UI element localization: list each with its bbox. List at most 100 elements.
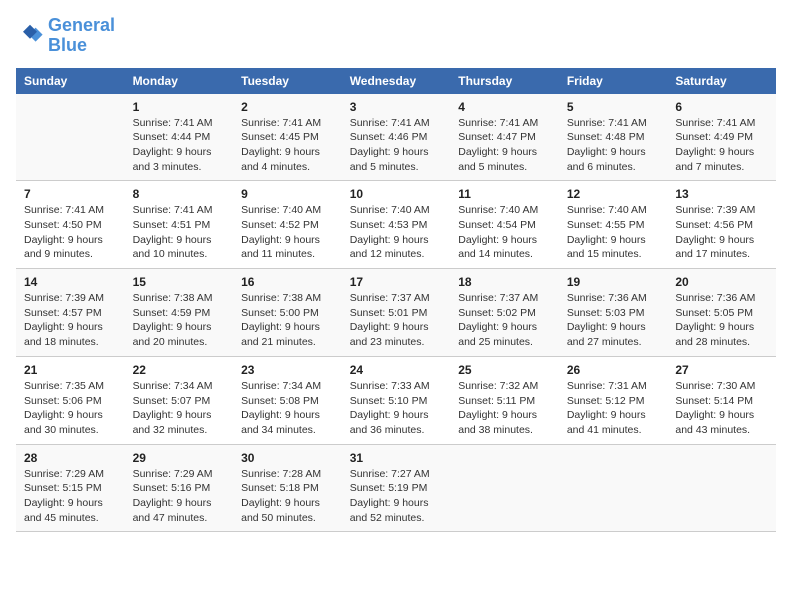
day-number: 14: [24, 275, 117, 289]
calendar-week-5: 28Sunrise: 7:29 AM Sunset: 5:15 PM Dayli…: [16, 444, 776, 532]
day-info: Sunrise: 7:41 AM Sunset: 4:45 PM Dayligh…: [241, 116, 334, 175]
logo-text: General Blue: [48, 16, 115, 56]
day-info: Sunrise: 7:35 AM Sunset: 5:06 PM Dayligh…: [24, 379, 117, 438]
day-number: 4: [458, 100, 551, 114]
day-info: Sunrise: 7:41 AM Sunset: 4:44 PM Dayligh…: [133, 116, 226, 175]
day-info: Sunrise: 7:30 AM Sunset: 5:14 PM Dayligh…: [675, 379, 768, 438]
day-number: 26: [567, 363, 660, 377]
calendar-cell: 20 Sunrise: 7:36 AM Sunset: 5:05 PM Dayli…: [667, 269, 776, 357]
day-number: 1: [133, 100, 226, 114]
logo: General Blue: [16, 16, 115, 56]
day-number: 21: [24, 363, 117, 377]
day-info: Sunrise: 7:40 AM Sunset: 4:55 PM Dayligh…: [567, 203, 660, 262]
day-info: Sunrise: 7:41 AM Sunset: 4:51 PM Dayligh…: [133, 203, 226, 262]
day-number: 23: [241, 363, 334, 377]
day-info: Sunrise: 7:40 AM Sunset: 4:53 PM Dayligh…: [350, 203, 443, 262]
col-header-wednesday: Wednesday: [342, 68, 451, 94]
calendar-cell: 23 Sunrise: 7:34 AM Sunset: 5:08 PM Dayli…: [233, 356, 342, 444]
calendar-cell: 7 Sunrise: 7:41 AM Sunset: 4:50 PM Daylig…: [16, 181, 125, 269]
day-number: 31: [350, 451, 443, 465]
day-number: 10: [350, 187, 443, 201]
calendar-cell: 2 Sunrise: 7:41 AM Sunset: 4:45 PM Daylig…: [233, 94, 342, 181]
day-number: 2: [241, 100, 334, 114]
day-number: 13: [675, 187, 768, 201]
calendar-cell: 6 Sunrise: 7:41 AM Sunset: 4:49 PM Daylig…: [667, 94, 776, 181]
calendar-cell: 28Sunrise: 7:29 AM Sunset: 5:15 PM Dayli…: [16, 444, 125, 532]
column-headers: SundayMondayTuesdayWednesdayThursdayFrid…: [16, 68, 776, 94]
day-info: Sunrise: 7:37 AM Sunset: 5:02 PM Dayligh…: [458, 291, 551, 350]
calendar-cell: 14 Sunrise: 7:39 AM Sunset: 4:57 PM Dayli…: [16, 269, 125, 357]
calendar-cell: 8 Sunrise: 7:41 AM Sunset: 4:51 PM Daylig…: [125, 181, 234, 269]
calendar-cell: 30 Sunrise: 7:28 AM Sunset: 5:18 PM Dayli…: [233, 444, 342, 532]
calendar-cell: 17Sunrise: 7:37 AM Sunset: 5:01 PM Dayli…: [342, 269, 451, 357]
day-info: Sunrise: 7:34 AM Sunset: 5:07 PM Dayligh…: [133, 379, 226, 438]
calendar-cell: 26 Sunrise: 7:31 AM Sunset: 5:12 PM Dayli…: [559, 356, 668, 444]
day-info: Sunrise: 7:31 AM Sunset: 5:12 PM Dayligh…: [567, 379, 660, 438]
day-info: Sunrise: 7:39 AM Sunset: 4:56 PM Dayligh…: [675, 203, 768, 262]
calendar-cell: 13 Sunrise: 7:39 AM Sunset: 4:56 PM Dayli…: [667, 181, 776, 269]
calendar-cell: 10 Sunrise: 7:40 AM Sunset: 4:53 PM Dayli…: [342, 181, 451, 269]
day-info: Sunrise: 7:36 AM Sunset: 5:05 PM Dayligh…: [675, 291, 768, 350]
day-number: 5: [567, 100, 660, 114]
calendar-cell: 3 Sunrise: 7:41 AM Sunset: 4:46 PM Daylig…: [342, 94, 451, 181]
day-info: Sunrise: 7:27 AM Sunset: 5:19 PM Dayligh…: [350, 467, 443, 526]
day-number: 18: [458, 275, 551, 289]
day-info: Sunrise: 7:28 AM Sunset: 5:18 PM Dayligh…: [241, 467, 334, 526]
col-header-saturday: Saturday: [667, 68, 776, 94]
col-header-sunday: Sunday: [16, 68, 125, 94]
calendar-cell: 18 Sunrise: 7:37 AM Sunset: 5:02 PM Dayli…: [450, 269, 559, 357]
day-number: 9: [241, 187, 334, 201]
day-info: Sunrise: 7:41 AM Sunset: 4:47 PM Dayligh…: [458, 116, 551, 175]
calendar-cell: 1 Sunrise: 7:41 AM Sunset: 4:44 PM Daylig…: [125, 94, 234, 181]
calendar-cell: 5 Sunrise: 7:41 AM Sunset: 4:48 PM Daylig…: [559, 94, 668, 181]
calendar-cell: [16, 94, 125, 181]
day-number: 3: [350, 100, 443, 114]
day-info: Sunrise: 7:39 AM Sunset: 4:57 PM Dayligh…: [24, 291, 117, 350]
day-info: Sunrise: 7:41 AM Sunset: 4:46 PM Dayligh…: [350, 116, 443, 175]
day-number: 28: [24, 451, 117, 465]
day-number: 27: [675, 363, 768, 377]
day-number: 22: [133, 363, 226, 377]
calendar-cell: 11 Sunrise: 7:40 AM Sunset: 4:54 PM Dayli…: [450, 181, 559, 269]
day-info: Sunrise: 7:38 AM Sunset: 4:59 PM Dayligh…: [133, 291, 226, 350]
day-number: 7: [24, 187, 117, 201]
col-header-tuesday: Tuesday: [233, 68, 342, 94]
day-number: 6: [675, 100, 768, 114]
calendar-week-2: 7 Sunrise: 7:41 AM Sunset: 4:50 PM Daylig…: [16, 181, 776, 269]
calendar-cell: 22 Sunrise: 7:34 AM Sunset: 5:07 PM Dayli…: [125, 356, 234, 444]
day-info: Sunrise: 7:34 AM Sunset: 5:08 PM Dayligh…: [241, 379, 334, 438]
col-header-monday: Monday: [125, 68, 234, 94]
calendar-cell: 25 Sunrise: 7:32 AM Sunset: 5:11 PM Dayli…: [450, 356, 559, 444]
day-info: Sunrise: 7:29 AM Sunset: 5:16 PM Dayligh…: [133, 467, 226, 526]
day-number: 20: [675, 275, 768, 289]
calendar-week-1: 1 Sunrise: 7:41 AM Sunset: 4:44 PM Daylig…: [16, 94, 776, 181]
calendar-cell: 12 Sunrise: 7:40 AM Sunset: 4:55 PM Dayli…: [559, 181, 668, 269]
day-info: Sunrise: 7:33 AM Sunset: 5:10 PM Dayligh…: [350, 379, 443, 438]
calendar-cell: 31 Sunrise: 7:27 AM Sunset: 5:19 PM Dayli…: [342, 444, 451, 532]
day-number: 29: [133, 451, 226, 465]
calendar-week-3: 14 Sunrise: 7:39 AM Sunset: 4:57 PM Dayli…: [16, 269, 776, 357]
calendar-cell: 4 Sunrise: 7:41 AM Sunset: 4:47 PM Daylig…: [450, 94, 559, 181]
day-number: 25: [458, 363, 551, 377]
col-header-thursday: Thursday: [450, 68, 559, 94]
calendar-cell: 16Sunrise: 7:38 AM Sunset: 5:00 PM Dayli…: [233, 269, 342, 357]
day-number: 8: [133, 187, 226, 201]
day-info: Sunrise: 7:38 AM Sunset: 5:00 PM Dayligh…: [241, 291, 334, 350]
day-number: 24: [350, 363, 443, 377]
day-number: 12: [567, 187, 660, 201]
day-info: Sunrise: 7:41 AM Sunset: 4:49 PM Dayligh…: [675, 116, 768, 175]
calendar-cell: [450, 444, 559, 532]
day-info: Sunrise: 7:41 AM Sunset: 4:50 PM Dayligh…: [24, 203, 117, 262]
day-info: Sunrise: 7:36 AM Sunset: 5:03 PM Dayligh…: [567, 291, 660, 350]
day-info: Sunrise: 7:37 AM Sunset: 5:01 PM Dayligh…: [350, 291, 443, 350]
day-info: Sunrise: 7:41 AM Sunset: 4:48 PM Dayligh…: [567, 116, 660, 175]
calendar-cell: 29 Sunrise: 7:29 AM Sunset: 5:16 PM Dayli…: [125, 444, 234, 532]
day-number: 11: [458, 187, 551, 201]
calendar-week-4: 21 Sunrise: 7:35 AM Sunset: 5:06 PM Dayli…: [16, 356, 776, 444]
day-info: Sunrise: 7:32 AM Sunset: 5:11 PM Dayligh…: [458, 379, 551, 438]
day-number: 30: [241, 451, 334, 465]
page-header: General Blue: [16, 16, 776, 56]
calendar-cell: 24 Sunrise: 7:33 AM Sunset: 5:10 PM Dayli…: [342, 356, 451, 444]
day-info: Sunrise: 7:40 AM Sunset: 4:54 PM Dayligh…: [458, 203, 551, 262]
calendar-cell: 21 Sunrise: 7:35 AM Sunset: 5:06 PM Dayli…: [16, 356, 125, 444]
